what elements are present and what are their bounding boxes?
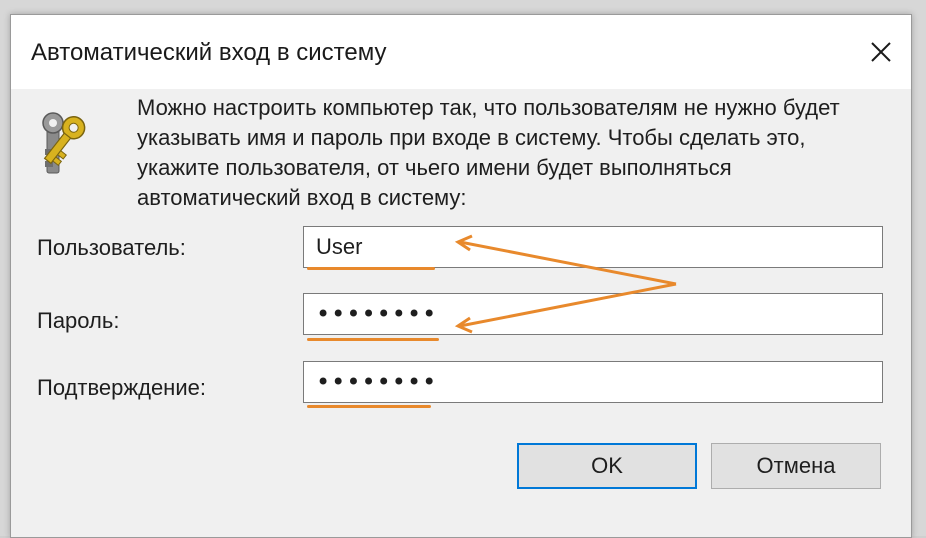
password-field[interactable]: •••••••• (303, 293, 883, 335)
password-value: •••••••• (316, 300, 438, 328)
close-button[interactable] (851, 15, 911, 89)
password-highlight-underline (307, 338, 439, 341)
user-name-field[interactable]: User (303, 226, 883, 268)
user-name-value: User (316, 234, 363, 259)
confirm-password-value: •••••••• (316, 368, 438, 396)
confirm-label: Подтверждение: (37, 375, 206, 400)
user-label: Пользователь: (37, 235, 186, 260)
close-icon (871, 42, 891, 62)
keys-icon (42, 112, 86, 174)
user-highlight-underline (307, 267, 435, 270)
screen-background: Автоматический вход в систему Можно наст… (0, 0, 926, 538)
auto-logon-dialog: Автоматический вход в систему Можно наст… (10, 14, 912, 538)
dialog-title: Автоматический вход в систему (31, 39, 387, 66)
confirm-highlight-underline (307, 405, 431, 408)
title-bar: Автоматический вход в систему (11, 15, 911, 89)
dialog-description: Можно настроить компьютер так, что польз… (137, 95, 840, 210)
password-label: Пароль: (37, 308, 120, 333)
confirm-password-field[interactable]: •••••••• (303, 361, 883, 403)
ok-button[interactable]: OK (517, 443, 697, 489)
cancel-button[interactable]: Отмена (711, 443, 881, 489)
